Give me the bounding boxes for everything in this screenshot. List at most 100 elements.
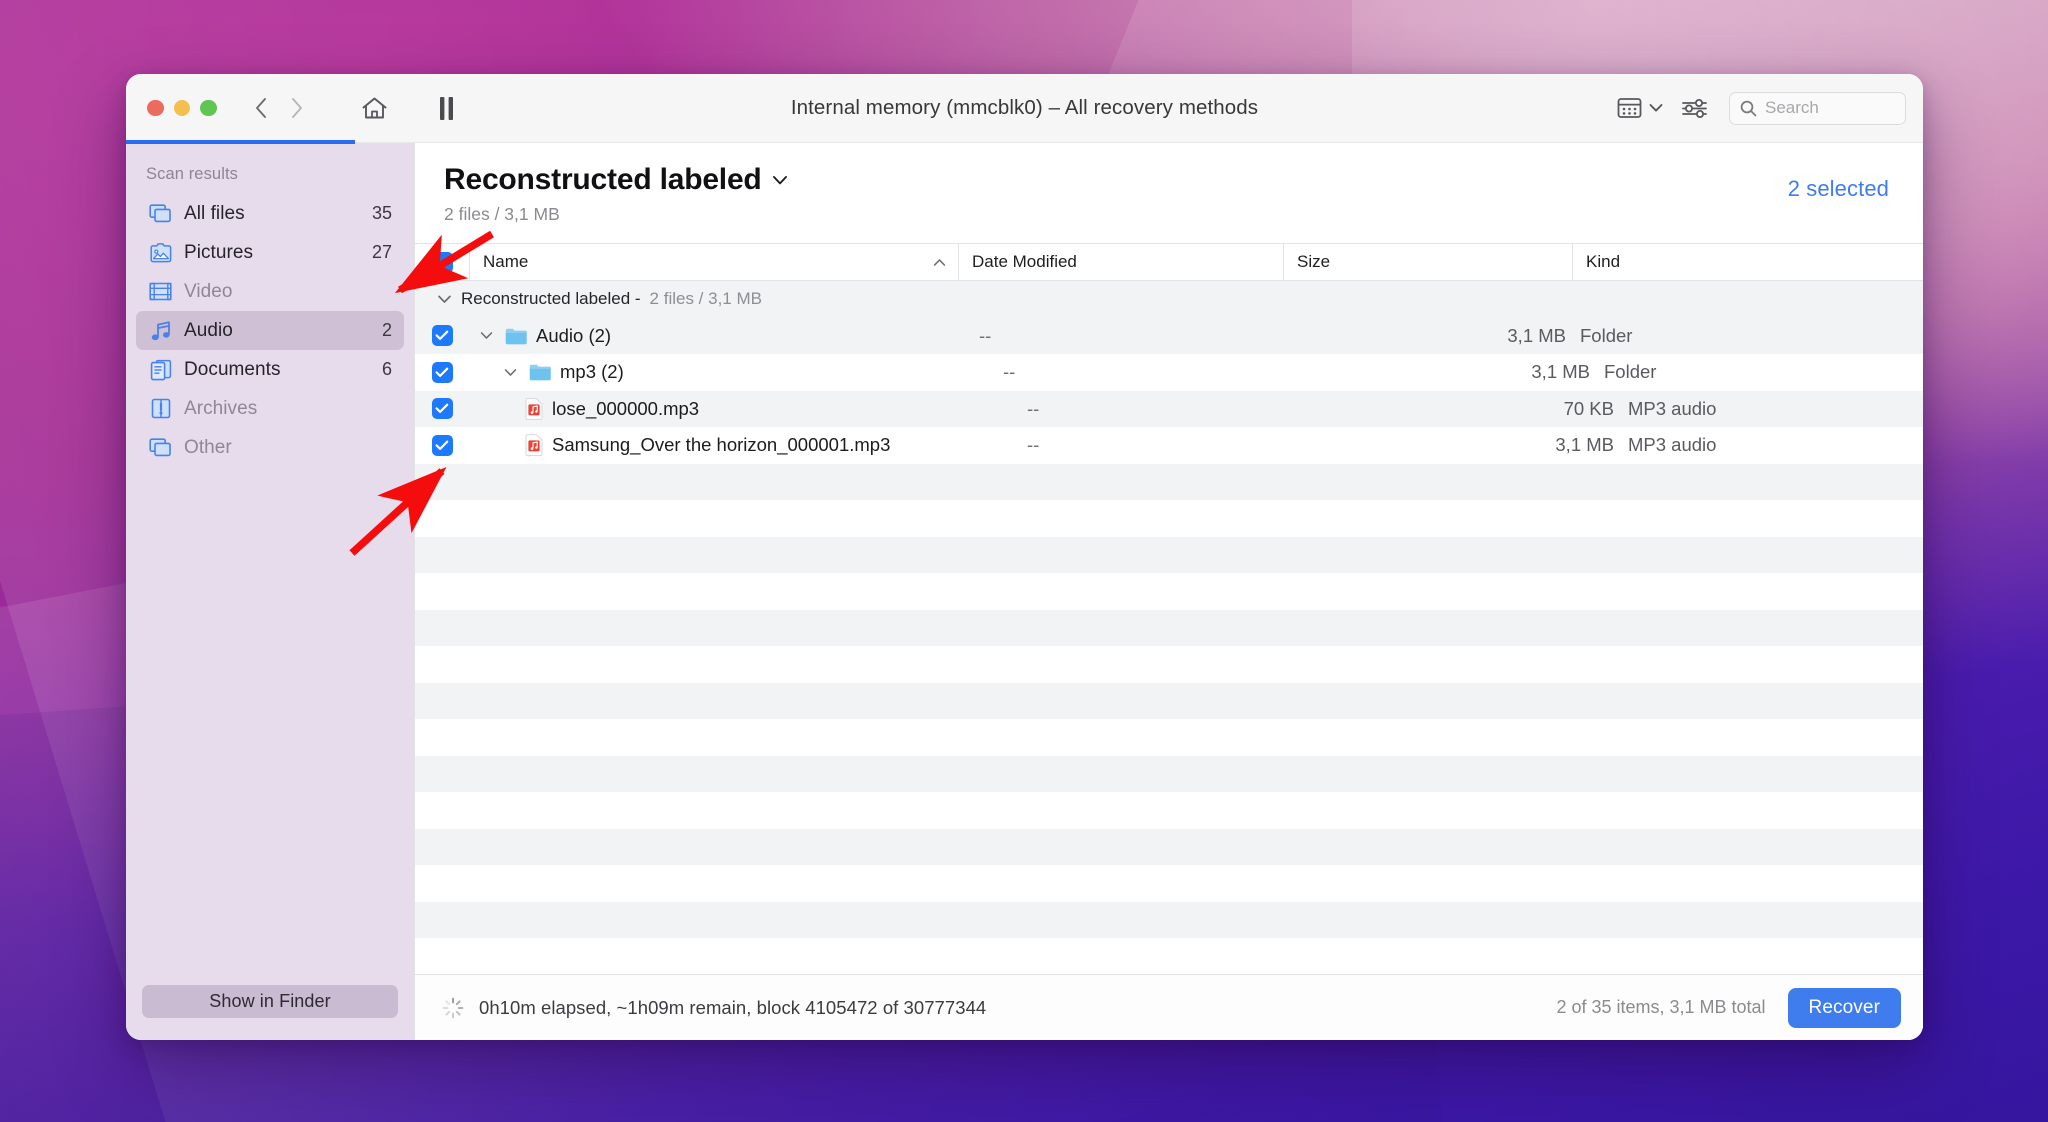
row-checkbox[interactable]: [415, 354, 469, 391]
search-icon: [1740, 100, 1757, 116]
page-subtitle: 2 files / 3,1 MB: [444, 204, 560, 224]
main-header: Reconstructed labeled 2 files / 3,1 MB 2…: [415, 143, 1923, 225]
caret-up-icon: [933, 258, 946, 266]
empty-row: [415, 865, 1923, 902]
selected-count-label: 2 selected: [1787, 176, 1889, 201]
column-header-name-label: Name: [483, 252, 529, 271]
row-size: 3,1 MB: [1507, 324, 1566, 346]
filter-sliders-icon[interactable]: [1673, 89, 1715, 127]
row-kind: MP3 audio: [1628, 397, 1717, 419]
search-placeholder: Search: [1765, 98, 1819, 117]
row-name-cell[interactable]: Samsung_Over the horizon_000001.mp3: [525, 427, 1014, 464]
column-header-date-modified[interactable]: Date Modified: [958, 244, 1283, 280]
column-header-kind[interactable]: Kind: [1572, 244, 1923, 280]
mp3-file-icon: [525, 397, 543, 420]
pictures-icon: [149, 241, 172, 264]
row-kind: Folder: [1580, 324, 1633, 346]
checkbox-checked[interactable]: [431, 361, 453, 383]
checkbox-checked[interactable]: [431, 251, 453, 273]
row-disclosure-triangle[interactable]: [477, 331, 496, 340]
chevron-down-icon[interactable]: [437, 294, 452, 305]
home-icon[interactable]: [354, 89, 396, 127]
empty-row: [415, 828, 1923, 865]
checkbox-checked[interactable]: [431, 325, 453, 347]
app-window: Internal memory (mmcblk0) – All recovery…: [126, 74, 1923, 1040]
status-bar: 0h10m elapsed, ~1h09m remain, block 4105…: [415, 974, 1923, 1040]
row-name-cell[interactable]: lose_000000.mp3: [525, 391, 1014, 428]
row-date: --: [1027, 397, 1040, 419]
row-size: 70 KB: [1563, 397, 1614, 419]
toolbar-right-controls: Search: [1611, 89, 1906, 127]
sidebar-item-count: 27: [371, 242, 392, 262]
main-header-left: Reconstructed labeled 2 files / 3,1 MB: [444, 163, 1788, 225]
sidebar-item-documents[interactable]: Documents 6: [136, 350, 404, 389]
column-header-size-label: Size: [1297, 252, 1331, 271]
sidebar-item-other[interactable]: Other: [136, 428, 404, 467]
sidebar-item-audio[interactable]: Audio 2: [136, 311, 404, 350]
sidebar-item-label: All files: [184, 202, 245, 224]
minimize-button[interactable]: [173, 99, 190, 117]
row-kind: MP3 audio: [1628, 434, 1717, 456]
row-checkbox[interactable]: [415, 318, 469, 355]
group-row-meta: 2 files / 3,1 MB: [649, 289, 762, 309]
checkbox-checked[interactable]: [431, 434, 453, 456]
empty-row: [415, 500, 1923, 537]
folder-icon: [529, 363, 551, 381]
show-in-finder-button[interactable]: Show in Finder: [142, 985, 398, 1018]
sidebar-item-pictures[interactable]: Pictures 27: [136, 233, 404, 272]
sidebar-item-label: Other: [184, 436, 232, 458]
row-date: --: [979, 324, 992, 346]
empty-row: [415, 609, 1923, 646]
close-button[interactable]: [147, 99, 164, 117]
back-button[interactable]: [245, 92, 278, 125]
checkbox-checked[interactable]: [431, 398, 453, 420]
sidebar-item-all-files[interactable]: All files 35: [136, 194, 404, 233]
table-row[interactable]: mp3 (2) -- 3,1 MB Folder: [415, 354, 1923, 391]
empty-row: [415, 792, 1923, 829]
chevron-down-icon: [1649, 104, 1663, 112]
sidebar-item-video[interactable]: Video: [136, 272, 404, 311]
column-header-size[interactable]: Size: [1283, 244, 1572, 280]
table-body[interactable]: Reconstructed labeled - 2 files / 3,1 MB: [415, 281, 1923, 974]
search-input[interactable]: Search: [1729, 91, 1906, 125]
table-row[interactable]: lose_000000.mp3 -- 70 KB MP3 audio: [415, 390, 1923, 428]
mp3-file-icon: [525, 434, 543, 457]
forward-button[interactable]: [281, 92, 314, 125]
row-checkbox[interactable]: [415, 427, 469, 464]
view-mode-button[interactable]: [1611, 97, 1669, 119]
row-disclosure-triangle[interactable]: [501, 368, 520, 377]
chevron-down-icon[interactable]: [772, 175, 788, 186]
sidebar-item-count: 2: [381, 320, 392, 340]
recover-button[interactable]: Recover: [1787, 987, 1901, 1028]
empty-row: [415, 463, 1923, 500]
audio-icon: [149, 319, 172, 342]
zoom-button[interactable]: [200, 99, 217, 117]
column-header-kind-label: Kind: [1586, 252, 1621, 271]
row-name: lose_000000.mp3: [552, 397, 700, 419]
empty-row: [415, 573, 1923, 610]
folder-icon: [505, 327, 527, 345]
main-panel: Reconstructed labeled 2 files / 3,1 MB 2…: [414, 143, 1923, 1040]
sidebar-list: All files 35 Pictures 27 Video Audio 2 D…: [126, 194, 414, 467]
sidebar-footer: Show in Finder: [126, 969, 414, 1040]
row-date: --: [1003, 361, 1016, 383]
column-header-date-label: Date Modified: [972, 252, 1077, 271]
table-group-row[interactable]: Reconstructed labeled - 2 files / 3,1 MB: [415, 281, 1923, 318]
row-checkbox[interactable]: [415, 391, 469, 428]
page-title[interactable]: Reconstructed labeled: [444, 163, 1788, 197]
select-all-checkbox[interactable]: [415, 244, 469, 280]
row-name-cell[interactable]: mp3 (2): [501, 354, 990, 391]
empty-row: [415, 536, 1923, 573]
table-row[interactable]: Samsung_Over the horizon_000001.mp3 -- 3…: [415, 427, 1923, 464]
table-row[interactable]: Audio (2) -- 3,1 MB Folder: [415, 317, 1923, 355]
sidebar-item-label: Pictures: [184, 241, 254, 263]
column-header-name[interactable]: Name: [469, 244, 958, 280]
sidebar-item-archives[interactable]: Archives: [136, 389, 404, 428]
row-name-cell[interactable]: Audio (2): [477, 318, 966, 355]
archives-icon: [149, 397, 172, 420]
window-toolbar: Internal memory (mmcblk0) – All recovery…: [126, 74, 1923, 144]
all-files-icon: [149, 202, 172, 225]
file-table: Name Date Modified Size Kind Reconstruct…: [415, 243, 1923, 974]
status-bar-right: 2 of 35 items, 3,1 MB total Recover: [1556, 987, 1901, 1028]
pause-icon[interactable]: [426, 89, 468, 127]
